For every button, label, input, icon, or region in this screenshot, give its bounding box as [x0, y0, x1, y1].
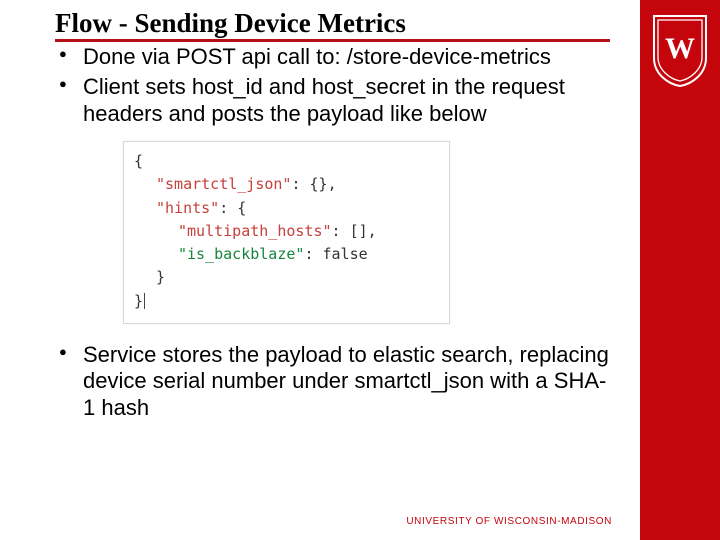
bullet-item: Done via POST api call to: /store-device…: [83, 44, 610, 70]
slide: W Flow - Sending Device Metrics Done via…: [0, 0, 720, 540]
bullet-list-top: Done via POST api call to: /store-device…: [55, 44, 610, 127]
code-block: { "smartctl_json": {}, "hints": { "multi…: [123, 141, 450, 324]
code-text: : {},: [291, 175, 336, 193]
code-text: : {: [219, 199, 246, 217]
code-key: "smartctl_json": [156, 175, 291, 193]
code-line: }: [134, 292, 143, 310]
uw-crest-icon: W: [652, 14, 708, 88]
code-line: {: [134, 152, 143, 170]
footer-text: UNIVERSITY OF WISCONSIN-MADISON: [406, 516, 612, 527]
content-area: Flow - Sending Device Metrics Done via P…: [55, 8, 610, 425]
code-key: "is_backblaze": [178, 245, 304, 263]
code-key: "hints": [156, 199, 219, 217]
svg-text:W: W: [665, 32, 695, 65]
bullet-item: Client sets host_id and host_secret in t…: [83, 74, 610, 127]
cursor-icon: [144, 293, 145, 309]
bullet-item: Service stores the payload to elastic se…: [83, 342, 610, 421]
slide-title: Flow - Sending Device Metrics: [55, 8, 610, 42]
code-key: "multipath_hosts": [178, 222, 332, 240]
code-text: : [],: [332, 222, 377, 240]
code-line: }: [134, 266, 165, 289]
bullet-list-bottom: Service stores the payload to elastic se…: [55, 342, 610, 421]
code-text: : false: [304, 245, 367, 263]
